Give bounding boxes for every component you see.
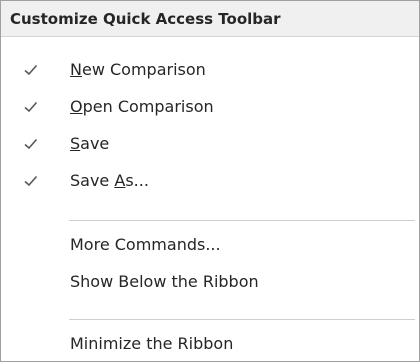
menu-item-new-comparison[interactable]: New Comparison bbox=[2, 53, 418, 87]
menu-item-more-commands[interactable]: More Commands... bbox=[2, 228, 418, 262]
menu-title: Customize Quick Access Toolbar bbox=[10, 10, 281, 28]
menu-item-save[interactable]: Save bbox=[2, 127, 418, 161]
menu-header: Customize Quick Access Toolbar bbox=[1, 1, 419, 37]
menu-item-label: Save bbox=[70, 134, 110, 153]
menu-item-save-as[interactable]: Save As... bbox=[2, 164, 418, 198]
menu-item-label: Minimize the Ribbon bbox=[70, 334, 234, 353]
menu-item-label: Open Comparison bbox=[70, 97, 214, 116]
checkmark-icon bbox=[24, 175, 38, 187]
menu-item-minimize-ribbon[interactable]: Minimize the Ribbon bbox=[2, 327, 418, 361]
menu-item-label: New Comparison bbox=[70, 60, 206, 79]
checkmark-icon bbox=[24, 138, 38, 150]
menu-item-label: Save As... bbox=[70, 171, 149, 190]
checkmark-icon bbox=[24, 64, 38, 76]
quick-access-toolbar-menu: Customize Quick Access Toolbar New Compa… bbox=[0, 0, 420, 362]
menu-item-label: More Commands... bbox=[70, 235, 221, 254]
menu-separator bbox=[69, 319, 415, 320]
menu-item-label: Show Below the Ribbon bbox=[70, 272, 259, 291]
menu-separator bbox=[69, 220, 415, 221]
menu-item-open-comparison[interactable]: Open Comparison bbox=[2, 90, 418, 124]
checkmark-icon bbox=[24, 101, 38, 113]
menu-item-show-below-ribbon[interactable]: Show Below the Ribbon bbox=[2, 265, 418, 299]
